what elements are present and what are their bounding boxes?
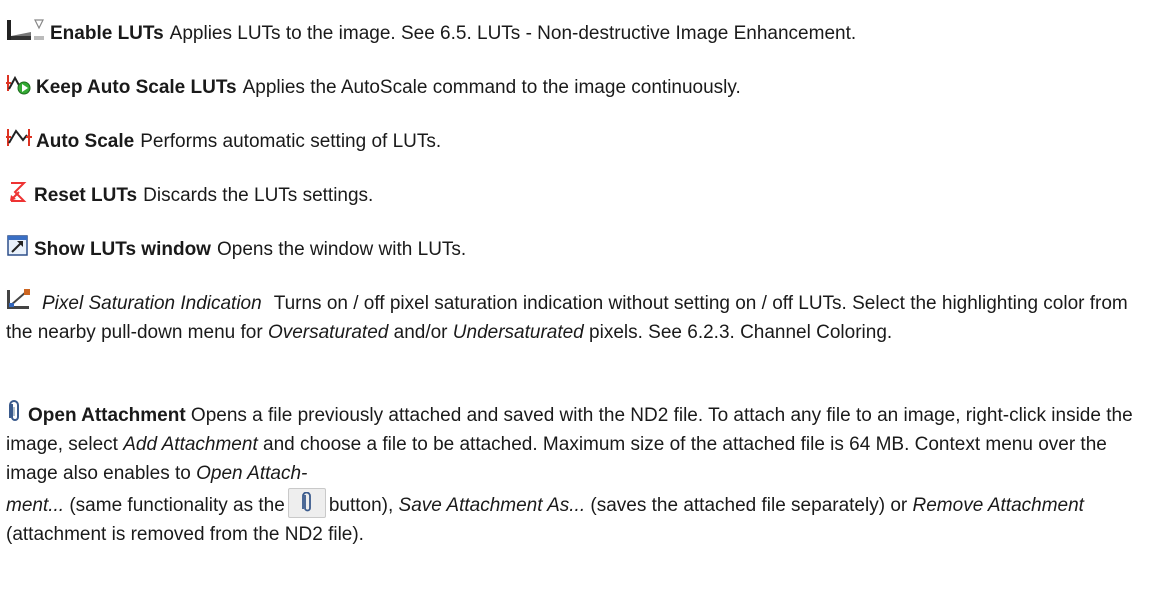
keep-auto-scale-icon bbox=[6, 72, 32, 96]
open-attachment-term: Open Attach- bbox=[196, 463, 308, 484]
pixel-saturation-icon bbox=[6, 288, 32, 312]
entry-keep-auto-scale-luts: Keep Auto Scale LUTs Applies the AutoScal… bbox=[6, 72, 1146, 102]
entry-open-attachment: Open Attachment Opens a file previously … bbox=[6, 400, 1146, 549]
entry-title: Enable LUTs bbox=[50, 23, 164, 44]
document-page: Enable LUTs Applies LUTs to the image. Se… bbox=[0, 0, 1155, 596]
entry-title: Auto Scale bbox=[36, 131, 135, 152]
open-attachment-button[interactable] bbox=[287, 488, 326, 518]
paperclip-icon bbox=[301, 492, 311, 512]
paperclip-icon bbox=[6, 400, 24, 424]
enable-luts-icon bbox=[6, 18, 46, 42]
entry-title: Open Attachment bbox=[28, 405, 186, 426]
reset-luts-icon bbox=[6, 180, 30, 204]
auto-scale-icon bbox=[6, 126, 32, 150]
entry-reset-luts: Reset LUTs Discards the LUTs settings. bbox=[6, 180, 1146, 210]
open-attachment-term-cont: ment... bbox=[6, 495, 65, 516]
entry-desc: Applies the AutoScale command to the ima… bbox=[242, 77, 741, 98]
oversaturated-term: Oversaturated bbox=[267, 322, 389, 343]
entry-desc: Applies LUTs to the image. See 6.5. LUTs… bbox=[169, 23, 857, 44]
add-attachment-term: Add Attachment bbox=[123, 434, 258, 455]
and-or-text: and/or bbox=[393, 322, 448, 343]
show-luts-window-icon bbox=[6, 234, 30, 258]
entry-title: Reset LUTs bbox=[34, 185, 138, 206]
entry-desc-f: (attachment is removed from the ND2 file… bbox=[6, 524, 364, 545]
entry-desc-cont: pixels. See 6.2.3. Channel Coloring. bbox=[589, 322, 893, 343]
entry-auto-scale: Auto Scale Performs automatic setting of … bbox=[6, 126, 1146, 156]
entry-desc-e: (saves the attached file separately) or bbox=[590, 495, 908, 516]
remove-attachment-term: Remove Attachment bbox=[912, 495, 1084, 516]
entry-desc: Opens the window with LUTs. bbox=[216, 239, 467, 260]
entry-desc: Discards the LUTs settings. bbox=[143, 185, 374, 206]
entry-title: Pixel Saturation Indication bbox=[42, 293, 262, 314]
save-attachment-term: Save Attachment As... bbox=[398, 495, 586, 516]
entry-title: Keep Auto Scale LUTs bbox=[36, 77, 237, 98]
entry-pixel-saturation: Pixel Saturation Indication Turns on / of… bbox=[6, 288, 1146, 347]
entry-desc-c: (same functionality as the bbox=[69, 495, 285, 516]
entry-desc: Performs automatic setting of LUTs. bbox=[140, 131, 442, 152]
entry-desc-d: button), bbox=[328, 495, 394, 516]
entry-show-luts-window: Show LUTs window Opens the window with LU… bbox=[6, 234, 1146, 264]
undersaturated-term: Undersaturated bbox=[452, 322, 584, 343]
entry-enable-luts: Enable LUTs Applies LUTs to the image. Se… bbox=[6, 18, 1146, 48]
entry-title: Show LUTs window bbox=[34, 239, 211, 260]
